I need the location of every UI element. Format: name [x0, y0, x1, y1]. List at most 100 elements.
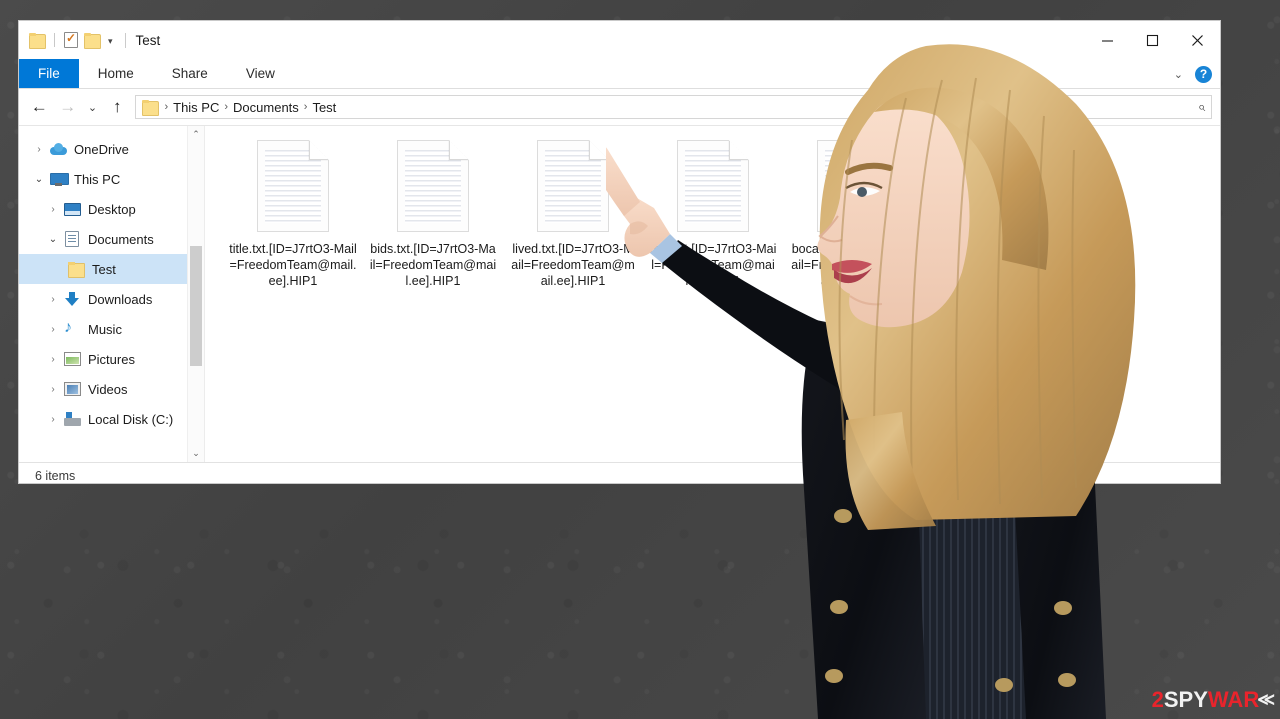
ribbon-tab-strip: File Home Share View ⌄ ?	[19, 59, 1220, 89]
sidebar-scrollbar[interactable]: ⌃ ⌄	[187, 126, 204, 462]
sidebar-item-label: Desktop	[88, 201, 136, 217]
watermark-two: 2	[1151, 687, 1164, 712]
list-item[interactable]: boca.txt.[ID=J7rtO3-Mail=FreedomTeam@mai…	[783, 140, 923, 289]
list-item[interactable]: bids.txt.[ID=J7rtO3-Mail=FreedomTeam@mai…	[363, 140, 503, 289]
help-icon[interactable]: ?	[1195, 65, 1212, 83]
sidebar-item-onedrive[interactable]: › OneDrive	[19, 134, 204, 164]
sidebar-item-pictures[interactable]: › Pictures	[19, 344, 204, 374]
file-explorer-window: ▾ Test File Home Share View ⌄	[18, 20, 1221, 484]
expander-icon[interactable]: ›	[43, 204, 63, 215]
maximize-icon[interactable]	[1130, 21, 1175, 59]
up-button[interactable]: ↑	[103, 92, 132, 122]
item-count-label: 6 items	[35, 468, 76, 483]
tab-share[interactable]: Share	[153, 59, 227, 88]
scrollbar-thumb[interactable]	[190, 246, 202, 366]
onedrive-icon	[49, 141, 67, 157]
expander-icon[interactable]: ›	[43, 354, 63, 365]
watermark-chevrons: ≪	[1257, 690, 1275, 709]
tab-home[interactable]: Home	[79, 59, 153, 88]
file-name-label: bids.txt.[ID=J7rtO3-Mail=FreedomTeam@mai…	[369, 242, 497, 288]
sidebar-item-documents[interactable]: ⌄ Documents	[19, 224, 204, 254]
watermark-2spyware: 2 SPY WAR ≪	[1151, 687, 1275, 713]
list-item[interactable]: rent.txt.[ID=J7rtO3-Mail=FreedomTeam@mai…	[643, 140, 783, 289]
sidebar-item-label: This PC	[74, 171, 121, 187]
file-name-label: lived.txt.[ID=J7rtO3-Mail=FreedomTeam@ma…	[511, 242, 635, 288]
sidebar-item-label: Test	[92, 261, 116, 277]
sidebar-item-test[interactable]: Test	[19, 254, 204, 284]
expander-icon[interactable]: ⌄	[29, 174, 49, 185]
refresh-button[interactable]: ↻	[925, 95, 951, 119]
breadcrumb-documents[interactable]: Documents	[230, 100, 302, 115]
address-bar-row: ← → ⌄ ↑ › This PC › Documents › Test ⌄ ↻…	[19, 89, 1220, 125]
scroll-down-icon[interactable]: ⌄	[188, 445, 204, 462]
breadcrumb-separator: ›	[164, 101, 169, 113]
list-item[interactable]: title.txt.[ID=J7rtO3-Mail=FreedomTeam@ma…	[223, 140, 363, 289]
sidebar-item-local-disk[interactable]: › Local Disk (C:)	[19, 404, 204, 434]
file-name-label: title.txt.[ID=J7rtO3-Mail=FreedomTeam@ma…	[229, 242, 357, 288]
text-file-icon	[817, 140, 889, 232]
sidebar-item-desktop[interactable]: › Desktop	[19, 194, 204, 224]
sidebar-item-downloads[interactable]: › Downloads	[19, 284, 204, 314]
file-list-pane[interactable]: title.txt.[ID=J7rtO3-Mail=FreedomTeam@ma…	[205, 126, 1220, 462]
sidebar-item-this-pc[interactable]: ⌄ This PC	[19, 164, 204, 194]
text-file-icon	[677, 140, 749, 232]
sidebar-item-label: Downloads	[88, 291, 153, 307]
window-controls	[1085, 21, 1220, 59]
text-file-icon	[397, 140, 469, 232]
text-file-icon	[537, 140, 609, 232]
breadcrumb-test[interactable]: Test	[309, 100, 339, 115]
expander-icon[interactable]: ›	[43, 384, 63, 395]
documents-icon	[63, 231, 81, 247]
tab-file[interactable]: File	[19, 59, 79, 88]
sidebar-item-label: Music	[88, 321, 122, 337]
new-folder-icon[interactable]	[84, 33, 101, 49]
back-button[interactable]: ←	[25, 92, 54, 122]
watermark-war: WAR	[1207, 687, 1260, 712]
expander-icon[interactable]: ›	[43, 414, 63, 425]
address-dropdown-icon[interactable]: ⌄	[908, 102, 920, 113]
minimize-icon[interactable]	[1085, 21, 1130, 59]
properties-checkbox-icon[interactable]	[64, 31, 78, 48]
breadcrumb-folder-icon	[142, 100, 160, 116]
chevron-down-icon[interactable]: ⌄	[1174, 68, 1183, 81]
screenshot-root: ▾ Test File Home Share View ⌄	[0, 0, 1280, 719]
folder-icon[interactable]	[29, 33, 46, 49]
list-item[interactable]: mut...t...	[923, 140, 1063, 289]
search-placeholder: Search T	[971, 100, 1022, 114]
expander-icon[interactable]: ›	[29, 144, 49, 155]
list-item[interactable]: lived.txt.[ID=J7rtO3-Mail=FreedomTeam@ma…	[503, 140, 643, 289]
expander-icon[interactable]: ›	[43, 294, 63, 305]
title-bar: ▾ Test	[19, 21, 1220, 59]
breadcrumb-separator: ›	[303, 101, 308, 113]
watermark-spy: SPY	[1163, 687, 1208, 712]
quick-access-toolbar: ▾	[29, 31, 115, 49]
videos-icon	[63, 381, 81, 397]
pictures-icon	[63, 351, 81, 367]
expander-icon[interactable]: ›	[43, 324, 63, 335]
sidebar-item-label: Pictures	[88, 351, 135, 367]
sidebar-item-videos[interactable]: › Videos	[19, 374, 204, 404]
navigation-pane: › OneDrive ⌄ This PC › Desktop ⌄ Documen…	[19, 126, 205, 462]
breadcrumb[interactable]: › This PC › Documents › Test ⌄	[135, 95, 926, 119]
this-pc-icon	[49, 171, 69, 187]
search-input[interactable]: Search T ⌕	[964, 95, 1213, 119]
tab-view[interactable]: View	[227, 59, 294, 88]
folder-icon	[67, 261, 85, 278]
forward-button[interactable]: →	[54, 92, 83, 122]
window-title: Test	[124, 32, 160, 48]
desktop-icon	[63, 201, 81, 217]
close-icon[interactable]	[1175, 21, 1220, 59]
sidebar-item-label: Local Disk (C:)	[88, 411, 174, 427]
customize-quick-access-arrow[interactable]: ▾	[108, 36, 113, 46]
sidebar-item-music[interactable]: › ♪ Music	[19, 314, 204, 344]
breadcrumb-this-pc[interactable]: This PC	[170, 100, 222, 115]
file-name-label: mut...t...	[970, 242, 1016, 256]
recent-locations-button[interactable]: ⌄	[82, 92, 103, 122]
local-disk-icon	[63, 411, 81, 427]
search-icon[interactable]: ⌕	[1198, 99, 1205, 115]
toolbar-divider	[54, 33, 55, 47]
scroll-up-icon[interactable]: ⌃	[188, 126, 204, 143]
expander-icon[interactable]: ⌄	[43, 234, 63, 245]
breadcrumb-separator: ›	[224, 101, 229, 113]
music-icon: ♪	[64, 319, 72, 336]
